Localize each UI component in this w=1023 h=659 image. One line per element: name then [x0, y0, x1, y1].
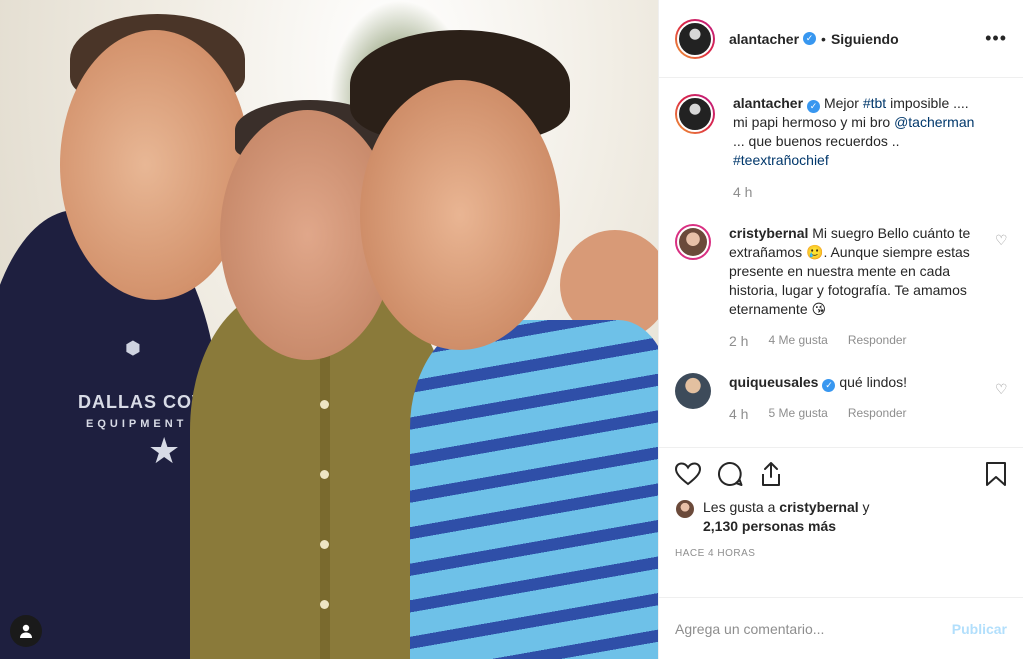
caption-time[interactable]: 4 h — [733, 184, 752, 200]
user-tags-button[interactable] — [10, 615, 42, 647]
likes-conjunction: y — [862, 499, 870, 515]
comment-item: quiqueusales ✓ qué lindos! 4 h 5 Me gusta… — [675, 373, 1008, 436]
liker-avatar[interactable] — [675, 499, 695, 519]
mention-link[interactable]: @tacherman — [894, 114, 974, 130]
person-right-shirt — [410, 320, 658, 659]
caption-text: ... que buenos recuerdos .. — [733, 133, 900, 149]
comment-input[interactable]: Agrega un comentario... — [675, 621, 952, 637]
like-heart-icon[interactable] — [675, 462, 701, 486]
post-actions: Les gusta a cristybernal y 2,130 persona… — [659, 447, 1023, 597]
comment-time[interactable]: 4 h — [729, 406, 748, 422]
shirt-button — [320, 470, 329, 479]
caption-avatar[interactable] — [675, 94, 715, 134]
author-avatar[interactable] — [675, 18, 715, 59]
shirt-button — [320, 540, 329, 549]
star-icon: ★ — [148, 430, 181, 471]
person-right-face — [360, 80, 560, 350]
shirt-placket — [320, 330, 330, 659]
likes-prefix: Les gusta a — [703, 499, 776, 515]
publish-button[interactable]: Publicar — [952, 621, 1007, 637]
share-icon[interactable] — [759, 461, 783, 487]
author-username[interactable]: alantacher — [729, 31, 799, 47]
comment-like-heart-icon[interactable]: ♡ — [995, 232, 1008, 248]
hashtag-link[interactable]: #teextrañochief — [733, 152, 829, 168]
shirt-subtext: EQUIPMENT — [86, 418, 188, 430]
comment-likes[interactable]: 4 Me gusta — [768, 333, 827, 349]
shirt-button — [320, 600, 329, 609]
comment-item: cristybernal Mi suegro Bello cuánto te e… — [675, 224, 1008, 363]
caption-text: Mejor — [823, 95, 859, 111]
liker-username[interactable]: cristybernal — [779, 499, 858, 515]
save-bookmark-icon[interactable] — [985, 461, 1007, 487]
comment-username[interactable]: cristybernal — [729, 225, 808, 241]
post-side-panel: alantacher ✓ • Siguiendo ••• alantacher ✓… — [658, 0, 1023, 659]
comment-text: qué lindos! — [839, 374, 908, 390]
caption: alantacher ✓ Mejor #tbt imposible .... mi… — [675, 94, 1007, 214]
comment-time[interactable]: 2 h — [729, 333, 748, 349]
post-timestamp[interactable]: HACE 4 HORAS — [675, 548, 1007, 559]
more-options-icon[interactable]: ••• — [985, 28, 1007, 49]
comment-reply-button[interactable]: Responder — [848, 406, 907, 422]
verified-badge-icon: ✓ — [803, 32, 817, 45]
likes-summary: Les gusta a cristybernal y 2,130 persona… — [675, 498, 1007, 536]
comment-likes[interactable]: 5 Me gusta — [768, 406, 827, 422]
comment-bubble-icon[interactable] — [717, 461, 743, 487]
separator-dot: • — [821, 30, 826, 47]
follow-button[interactable]: Siguiendo — [831, 31, 899, 47]
shirt-logo-icon: ⬢ — [125, 338, 141, 358]
likes-others-link[interactable]: 2,130 personas más — [703, 518, 836, 534]
caption-text: mi papi hermoso y mi bro — [733, 114, 891, 130]
hashtag-link[interactable]: #tbt — [863, 95, 886, 111]
user-icon — [20, 624, 32, 638]
comment-reply-button[interactable]: Responder — [848, 333, 907, 349]
caption-text: imposible .... — [890, 95, 969, 111]
post-photo[interactable]: ⬢ DALLAS COWBOYS EQUIPMENT ★ — [0, 0, 658, 659]
commenter-avatar[interactable] — [675, 373, 711, 409]
post-header: alantacher ✓ • Siguiendo ••• — [659, 0, 1023, 78]
commenter-avatar[interactable] — [675, 224, 711, 260]
comment-username[interactable]: quiqueusales — [729, 374, 818, 390]
comments-section: alantacher ✓ Mejor #tbt imposible .... mi… — [659, 78, 1023, 447]
verified-badge-icon: ✓ — [807, 100, 821, 113]
caption-username[interactable]: alantacher — [733, 95, 803, 111]
comment-like-heart-icon[interactable]: ♡ — [995, 381, 1008, 397]
verified-badge-icon: ✓ — [822, 379, 836, 392]
shirt-button — [320, 400, 329, 409]
instagram-post-view: ⬢ DALLAS COWBOYS EQUIPMENT ★ alantacher — [0, 0, 1023, 659]
add-comment-bar: Agrega un comentario... Publicar — [659, 597, 1023, 659]
